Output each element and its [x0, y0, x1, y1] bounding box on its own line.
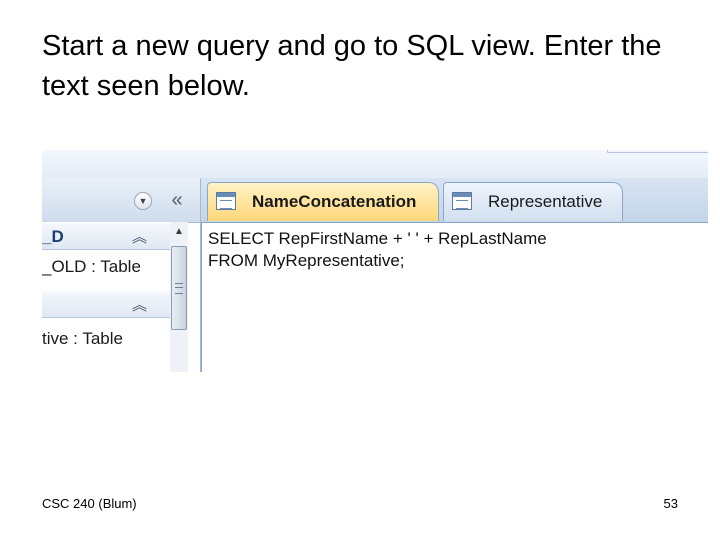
scroll-up-arrow-icon[interactable]: ▲	[170, 224, 188, 240]
chevron-down-icon[interactable]: ▼	[134, 192, 152, 210]
nav-scrollbar[interactable]: ▲	[170, 222, 188, 372]
nav-group-header[interactable]: ︽	[42, 290, 172, 318]
navigation-pane: ▼ « _D ︽ _OLD : Table ︽ tive : Table ▲	[42, 178, 201, 372]
slide-title: Start a new query and go to SQL view. En…	[42, 30, 662, 102]
slide-footer: CSC 240 (Blum)	[42, 496, 137, 511]
double-chevron-up-icon[interactable]: ︽	[132, 226, 147, 247]
double-chevron-left-icon[interactable]: «	[166, 189, 188, 211]
sql-line: FROM MyRepresentative;	[208, 251, 405, 270]
tab-label: Representative	[488, 192, 603, 211]
query-icon	[216, 192, 236, 210]
nav-group-header[interactable]: _D ︽	[42, 222, 172, 250]
double-chevron-up-icon[interactable]: ︽	[132, 294, 147, 315]
sql-editor[interactable]: SELECT RepFirstName + ' ' + RepLastName …	[201, 223, 708, 372]
tab-representative[interactable]: Representative	[443, 182, 623, 221]
tab-name-concatenation[interactable]: NameConcatenation	[207, 182, 439, 221]
nav-item-table[interactable]: _OLD : Table	[42, 250, 172, 284]
nav-item-table[interactable]: tive : Table	[42, 322, 172, 356]
nav-group-label: _D	[42, 227, 64, 246]
ribbon-edge	[42, 150, 708, 178]
sql-line: SELECT RepFirstName + ' ' + RepLastName	[208, 229, 547, 248]
tab-label: NameConcatenation	[252, 192, 417, 211]
access-screenshot: ▼ « _D ︽ _OLD : Table ︽ tive : Table ▲ N…	[42, 150, 708, 372]
document-tab-strip: NameConcatenation Representative	[201, 178, 708, 223]
scroll-thumb[interactable]	[171, 246, 187, 330]
navigation-pane-header: ▼ «	[42, 178, 200, 223]
grip-icon	[175, 283, 183, 294]
ribbon-divider	[607, 150, 708, 153]
slide-number: 53	[663, 496, 678, 511]
table-icon	[452, 192, 472, 210]
